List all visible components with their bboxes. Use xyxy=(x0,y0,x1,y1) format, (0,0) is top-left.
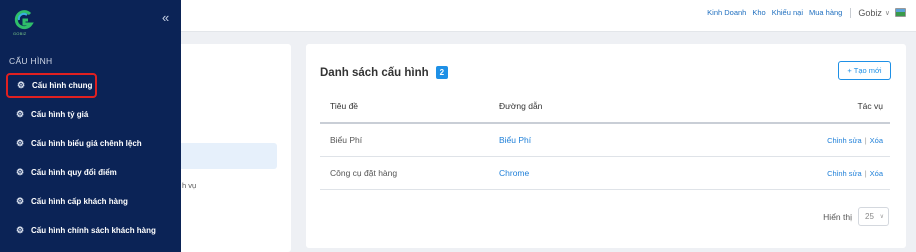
config-list-card: Danh sách cấu hình 2 + Tạo mới Tiêu đề Đ… xyxy=(306,44,906,248)
nav-link-khieu-nai[interactable]: Khiếu nại xyxy=(772,8,803,17)
sidebar-section-title: CẤU HÌNH xyxy=(9,56,53,66)
row-title: Công cụ đặt hàng xyxy=(330,168,398,178)
table-row: Biểu Phí Biểu Phí Chỉnh sửa | Xóa xyxy=(320,124,890,157)
user-menu[interactable]: Gobiz ∨ xyxy=(858,8,906,18)
row-actions: Chỉnh sửa | Xóa xyxy=(827,124,883,156)
edit-link[interactable]: Chỉnh sửa xyxy=(827,169,862,178)
sidebar-item-cau-hinh-bieu-gia-chenh-lech[interactable]: ⚙ Cấu hình biểu giá chênh lệch xyxy=(7,131,180,156)
header-divider xyxy=(850,7,852,18)
secondary-panel-item-label: h vụ xyxy=(182,181,197,190)
action-divider: | xyxy=(864,135,867,145)
gear-icon: ⚙ xyxy=(15,225,25,235)
card-title-text: Danh sách cấu hình xyxy=(320,66,429,79)
sidebar-item-label: Cấu hình quy đổi điểm xyxy=(31,168,117,177)
gobiz-logo xyxy=(14,10,34,30)
sidebar-item-label: Cấu hình cấp khách hàng xyxy=(31,197,128,206)
delete-link[interactable]: Xóa xyxy=(870,169,883,178)
sidebar-item-cau-hinh-ty-gia[interactable]: ⚙ Cấu hình tỷ giá xyxy=(7,102,180,127)
row-title: Biểu Phí xyxy=(330,135,363,145)
column-header-actions: Tác vụ xyxy=(857,101,883,111)
sidebar: GOBIZ « CẤU HÌNH ⚙ Cấu hình chung ⚙ Cấu … xyxy=(0,0,181,252)
gear-icon: ⚙ xyxy=(16,80,26,90)
sidebar-item-cau-hinh-quy-doi-diem[interactable]: ⚙ Cấu hình quy đổi điểm xyxy=(7,160,180,185)
table-header: Tiêu đề Đường dẫn Tác vụ xyxy=(320,90,890,124)
collapse-sidebar-icon[interactable]: « xyxy=(162,10,169,25)
gear-icon: ⚙ xyxy=(15,138,25,148)
nav-link-mua-hang[interactable]: Mua hàng xyxy=(809,8,842,17)
sidebar-item-label: Cấu hình biểu giá chênh lệch xyxy=(31,139,142,148)
create-new-button[interactable]: + Tạo mới xyxy=(838,61,891,80)
sidebar-item-cau-hinh-chung[interactable]: ⚙ Cấu hình chung xyxy=(6,73,97,98)
row-path-link[interactable]: Biểu Phí xyxy=(499,124,531,156)
chevron-down-icon: ∨ xyxy=(879,214,884,220)
nav-link-kinh-doanh[interactable]: Kinh Doanh xyxy=(707,8,746,17)
page-title: Danh sách cấu hình 2 xyxy=(320,66,449,79)
pagination: Hiển thị 25 ∨ xyxy=(823,207,889,226)
row-actions: Chỉnh sửa | Xóa xyxy=(827,157,883,189)
nav-link-kho[interactable]: Kho xyxy=(752,8,765,17)
page-size-select[interactable]: 25 ∨ xyxy=(858,207,889,226)
row-path-link[interactable]: Chrome xyxy=(499,157,529,189)
column-header-title: Tiêu đề xyxy=(330,101,359,111)
table-row: Công cụ đặt hàng Chrome Chỉnh sửa | Xóa xyxy=(320,157,890,190)
column-header-path: Đường dẫn xyxy=(499,101,543,111)
sidebar-item-cau-hinh-cap-khach-hang[interactable]: ⚙ Cấu hình cấp khách hàng xyxy=(7,189,180,214)
sidebar-item-label: Cấu hình chung xyxy=(32,81,93,90)
action-divider: | xyxy=(864,168,867,178)
sidebar-item-cau-hinh-chinh-sach-khach-hang[interactable]: ⚙ Cấu hình chính sách khách hàng xyxy=(7,218,180,243)
header-nav: Kinh Doanh Kho Khiếu nại Mua hàng Gobiz … xyxy=(701,0,906,25)
user-name: Gobiz xyxy=(858,7,882,18)
sidebar-item-label: Cấu hình chính sách khách hàng xyxy=(31,226,156,235)
sidebar-item-label: Cấu hình tỷ giá xyxy=(31,110,89,119)
chevron-down-icon: ∨ xyxy=(884,9,890,17)
avatar[interactable] xyxy=(895,8,906,17)
edit-link[interactable]: Chỉnh sửa xyxy=(827,136,862,145)
count-badge: 2 xyxy=(435,66,449,79)
page-size-value: 25 xyxy=(865,212,874,221)
gear-icon: ⚙ xyxy=(15,109,25,119)
gear-icon: ⚙ xyxy=(15,167,25,177)
page-size-label: Hiển thị xyxy=(823,211,852,222)
delete-link[interactable]: Xóa xyxy=(870,136,883,145)
gear-icon: ⚙ xyxy=(15,196,25,206)
logo-text: GOBIZ xyxy=(13,31,27,36)
